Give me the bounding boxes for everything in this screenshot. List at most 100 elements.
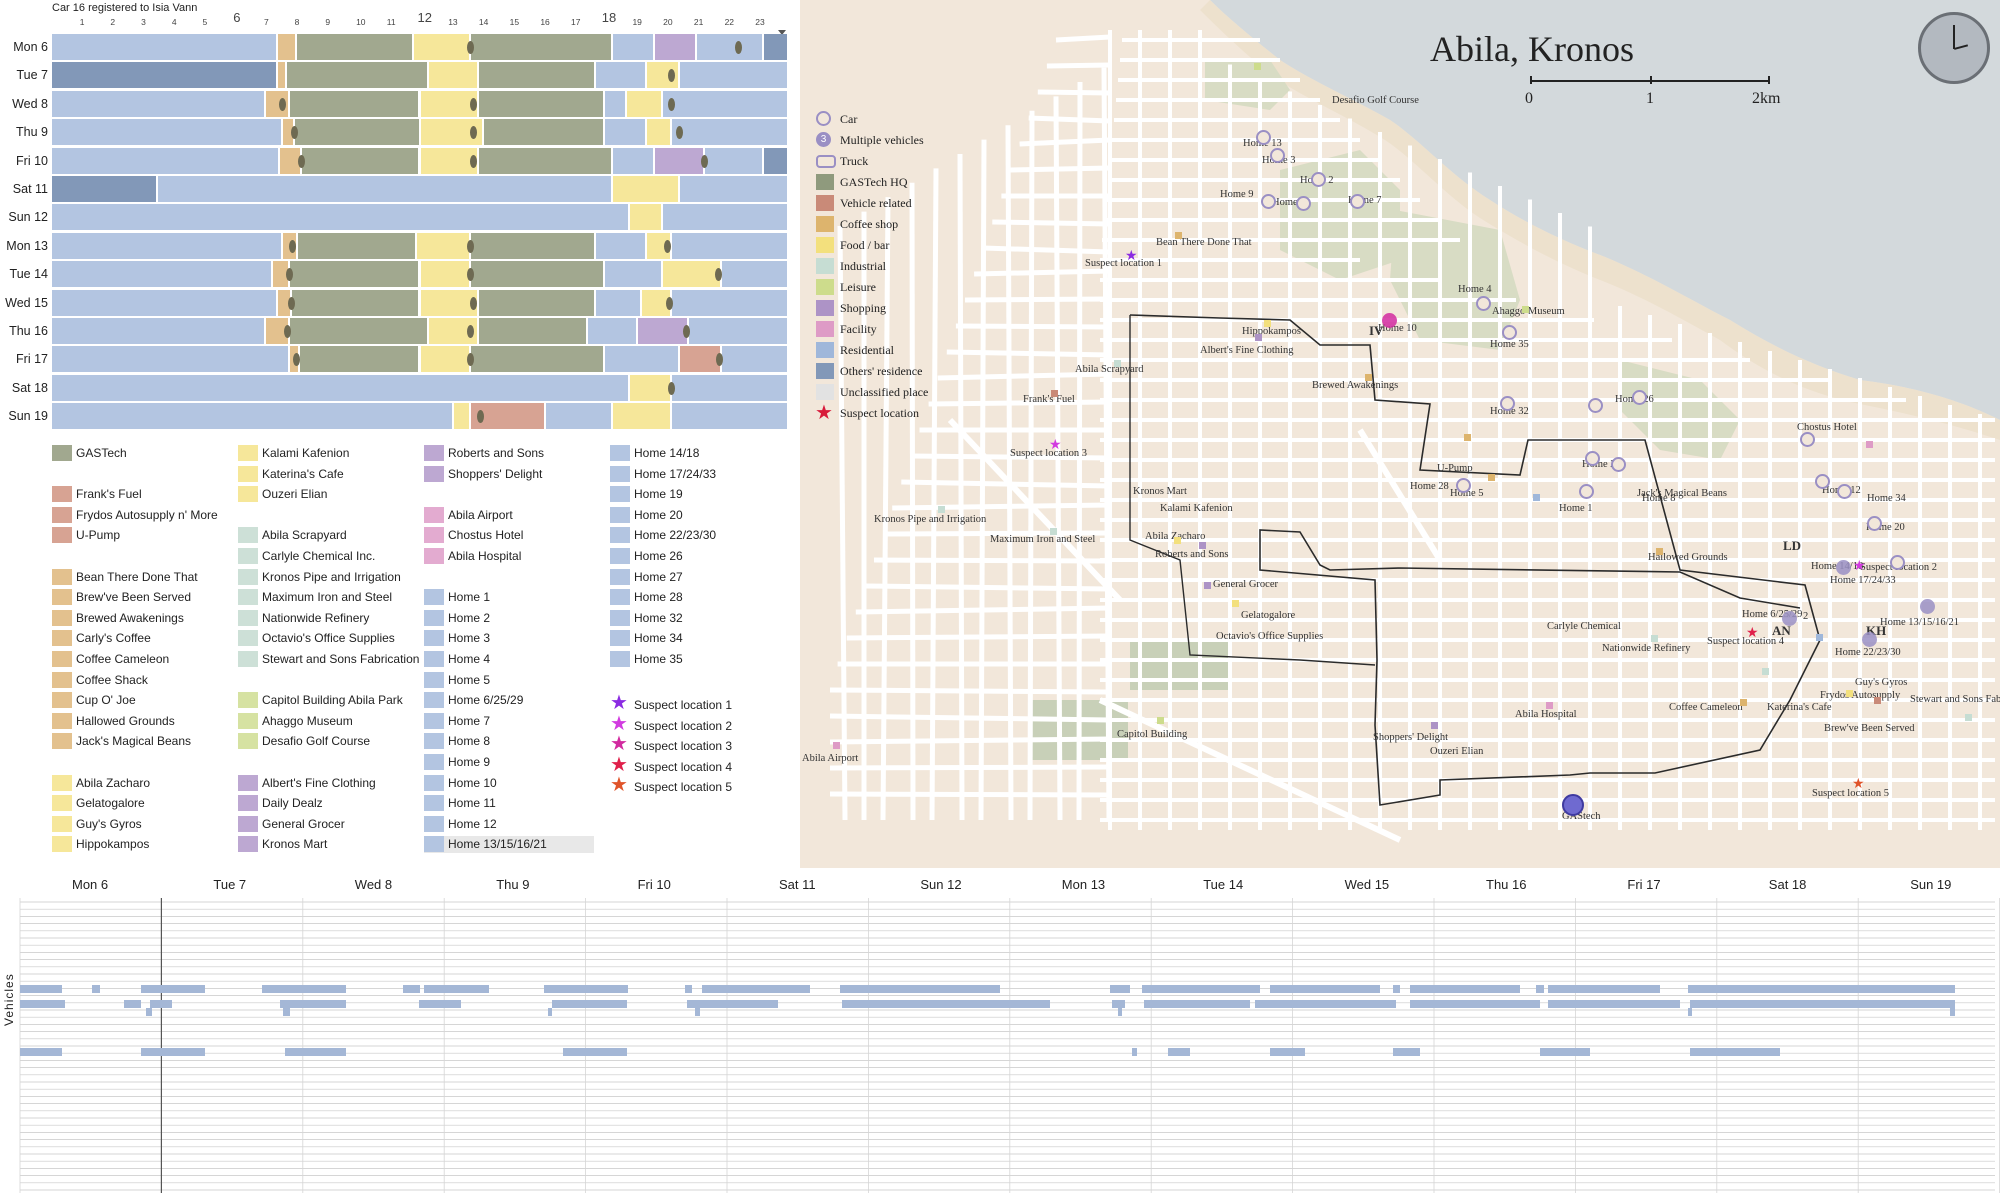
vehicle-trip-bar[interactable]	[548, 1008, 552, 1016]
timeline-stay-segment[interactable]	[613, 34, 655, 60]
poi-marker[interactable]	[833, 742, 840, 749]
timeline-stay-segment[interactable]	[52, 34, 279, 60]
vehicle-trip-bar[interactable]	[563, 1048, 627, 1056]
timeline-stay-segment[interactable]	[286, 62, 429, 89]
timeline-stay-segment[interactable]	[680, 176, 789, 202]
timeline-stay-segment[interactable]	[671, 232, 789, 259]
timeline-stay-segment[interactable]	[52, 261, 274, 288]
map-place-label[interactable]: Home 1	[1559, 503, 1593, 514]
map-legend-item[interactable]: GASTech HQ	[816, 173, 966, 191]
map-place-label[interactable]: Nationwide Refinery	[1602, 643, 1690, 654]
home-marker[interactable]	[1270, 148, 1285, 163]
map-legend-item[interactable]: Vehicle related	[816, 194, 966, 212]
home-marker[interactable]	[1500, 396, 1515, 411]
timeline-stay-segment[interactable]	[291, 289, 421, 316]
multiple-vehicles-icon[interactable]	[1836, 560, 1851, 575]
timeline-stay-segment[interactable]	[298, 232, 418, 259]
home-marker[interactable]	[1476, 296, 1491, 311]
poi-marker[interactable]	[1740, 699, 1747, 706]
map-place-label[interactable]: Ouzeri Elian	[1430, 746, 1483, 757]
poi-marker[interactable]	[1157, 717, 1164, 724]
timeline-stay-segment[interactable]	[52, 90, 267, 117]
home-marker[interactable]	[1579, 484, 1594, 499]
map-place-label[interactable]: 2	[1803, 611, 1808, 622]
day-track[interactable]	[52, 204, 789, 231]
poi-marker[interactable]	[1255, 334, 1262, 341]
timeline-stay-segment[interactable]	[763, 34, 789, 60]
vehicle-trip-bar[interactable]	[1118, 1008, 1122, 1016]
home-marker[interactable]	[1611, 457, 1626, 472]
map-legend-item[interactable]: ★ Suspect location	[815, 402, 966, 424]
map-legend-item[interactable]: Industrial	[816, 257, 966, 275]
map-place-label[interactable]: Bean There Done That	[1156, 237, 1252, 248]
map-place-label[interactable]: Hippokampos	[1242, 326, 1301, 337]
vehicle-trip-bar[interactable]	[92, 985, 100, 993]
day-track[interactable]	[52, 90, 789, 117]
timeline-stay-segment[interactable]	[417, 232, 471, 259]
multiple-vehicles-icon[interactable]	[1920, 599, 1935, 614]
timeline-stay-segment[interactable]	[52, 374, 630, 401]
vehicle-trip-bar[interactable]	[403, 985, 420, 993]
timeline-stay-segment[interactable]	[705, 147, 764, 174]
timeline-stay-segment[interactable]	[696, 34, 764, 60]
vehicle-trip-bar[interactable]	[280, 1000, 346, 1008]
timeline-stay-segment[interactable]	[479, 289, 597, 316]
timeline-stay-segment[interactable]	[663, 204, 789, 231]
poi-marker[interactable]	[1488, 474, 1495, 481]
timeline-stay-segment[interactable]	[671, 119, 789, 146]
timeline-stay-segment[interactable]	[626, 90, 664, 117]
timeline-stay-segment[interactable]	[428, 62, 480, 89]
map-place-label[interactable]: Capitol Building	[1117, 729, 1187, 740]
poi-marker[interactable]	[1050, 528, 1057, 535]
vehicle-trip-bar[interactable]	[20, 1048, 62, 1056]
timeline-stay-segment[interactable]	[722, 346, 789, 373]
suspect-location-icon[interactable]: ★	[1125, 248, 1138, 262]
timeline-stay-segment[interactable]	[289, 90, 421, 117]
timeline-stay-segment[interactable]	[299, 346, 421, 373]
map-place-label[interactable]: Home 17/24/33	[1830, 575, 1896, 586]
poi-marker[interactable]	[1051, 390, 1058, 397]
timeline-stay-segment[interactable]	[52, 232, 284, 259]
map-legend-item[interactable]: Food / bar	[816, 236, 966, 254]
timeline-stay-segment[interactable]	[52, 346, 290, 373]
map-place-label[interactable]: Home 4	[1458, 284, 1492, 295]
map-place-label[interactable]: Stewart and Sons Fabrication	[1910, 694, 2000, 705]
map-panel[interactable]: Abila, Kronos 0 1 2km Car 3 Multiple vehic…	[800, 0, 2000, 868]
home-marker[interactable]	[1588, 398, 1603, 413]
map-place-label[interactable]: Home 13/15/16/21	[1880, 617, 1959, 628]
vehicle-trip-bar[interactable]	[1688, 1008, 1692, 1016]
map-legend-item[interactable]: 3 Multiple vehicles	[816, 131, 966, 149]
poi-marker[interactable]	[1264, 320, 1271, 327]
day-track[interactable]	[52, 403, 789, 430]
suspect-location-icon[interactable]: ★	[1852, 776, 1865, 790]
day-track[interactable]	[52, 232, 789, 259]
vehicle-trip-bar[interactable]	[20, 1000, 65, 1008]
poi-marker[interactable]	[1866, 441, 1873, 448]
poi-marker[interactable]	[1965, 714, 1972, 721]
vehicle-trip-bar[interactable]	[1250, 985, 1260, 993]
poi-marker[interactable]	[1651, 635, 1658, 642]
home-marker[interactable]	[1632, 390, 1647, 405]
day-track[interactable]	[52, 34, 789, 60]
vehicle-trip-bar[interactable]	[1830, 1000, 1955, 1008]
vehicle-trip-bar[interactable]	[424, 985, 489, 993]
home-marker[interactable]	[1890, 555, 1905, 570]
timeline-stay-segment[interactable]	[52, 204, 630, 231]
timeline-stay-segment[interactable]	[278, 62, 287, 89]
timeline-stay-segment[interactable]	[52, 403, 454, 430]
timeline-stay-segment[interactable]	[671, 289, 789, 316]
map-legend-item[interactable]: Others' residence	[816, 362, 966, 380]
suspect-location-icon[interactable]: ★	[1049, 437, 1062, 451]
map-place-label[interactable]: Carlyle Chemical	[1547, 621, 1621, 632]
map-legend-item[interactable]: Leisure	[816, 278, 966, 296]
map-place-label[interactable]: Katerina's Cafe	[1767, 702, 1832, 713]
timeline-stay-segment[interactable]	[301, 147, 421, 174]
map-place-label[interactable]: Suspect location 1	[1085, 258, 1162, 269]
home-marker[interactable]	[1800, 432, 1815, 447]
map-place-label[interactable]: Brewed Awakenings	[1312, 380, 1398, 391]
poi-marker[interactable]	[938, 506, 945, 513]
vehicle-trip-bar[interactable]	[1144, 1000, 1250, 1008]
map-place-label[interactable]: Home 34	[1867, 493, 1906, 504]
map-place-label[interactable]: Suspect location 5	[1812, 788, 1889, 799]
timeline-stay-segment[interactable]	[613, 147, 655, 174]
